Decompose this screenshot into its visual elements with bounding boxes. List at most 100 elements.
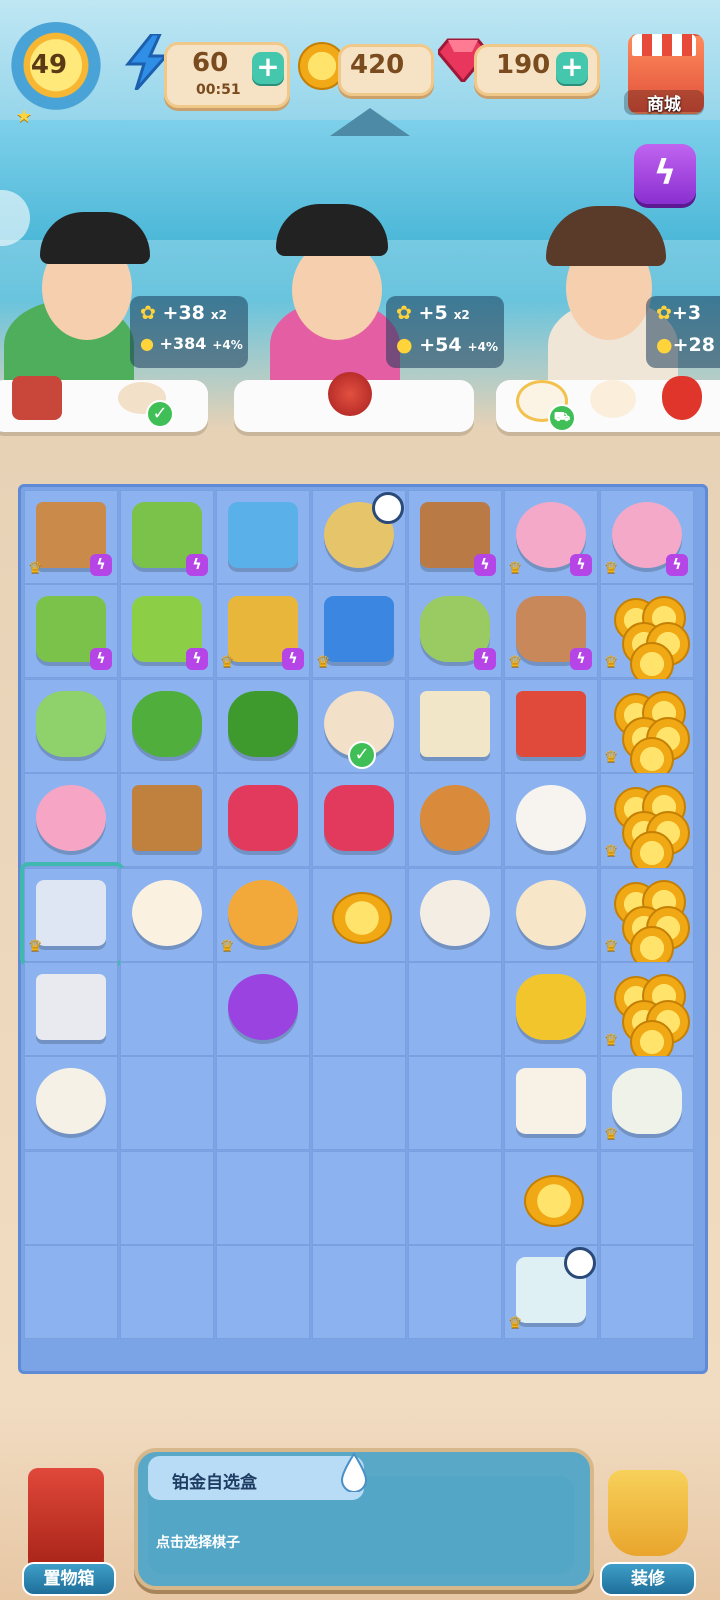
decorate-button[interactable]: 装修 bbox=[600, 1562, 696, 1596]
board-cell[interactable] bbox=[408, 1245, 502, 1340]
crown-icon: ♛ bbox=[604, 652, 619, 672]
wooden-crate-icon[interactable] bbox=[132, 785, 202, 852]
board-cell[interactable] bbox=[408, 962, 502, 1056]
board-cell[interactable] bbox=[600, 1245, 694, 1340]
reward-exp-multiplier: x2 bbox=[210, 308, 228, 322]
bento-box-icon[interactable] bbox=[420, 879, 490, 946]
energy-tag-icon: ϟ bbox=[90, 648, 112, 671]
board-cell[interactable] bbox=[216, 1056, 310, 1151]
crown-icon: ♛ bbox=[604, 558, 619, 577]
decorate-brush-icon[interactable] bbox=[608, 1470, 688, 1556]
broccoli-icon[interactable] bbox=[132, 690, 202, 757]
energy-tag-icon: ϟ bbox=[666, 554, 688, 576]
timer-icon bbox=[372, 492, 404, 524]
energy-orb-icon[interactable] bbox=[228, 974, 298, 1040]
coin-stack-icon[interactable] bbox=[608, 687, 690, 781]
selected-item-title: 铂金自选盒 bbox=[172, 1473, 257, 1493]
reward-exp-multiplier: x2 bbox=[453, 308, 470, 322]
reward-coins: +28 bbox=[672, 334, 715, 356]
coin-icon: ● bbox=[656, 334, 673, 356]
crown-icon: ♛ bbox=[220, 652, 235, 672]
lunch-tray-icon[interactable] bbox=[36, 974, 106, 1040]
tea-set-icon[interactable] bbox=[612, 1068, 682, 1135]
board-cell[interactable] bbox=[312, 1056, 406, 1151]
board-cell[interactable] bbox=[120, 1245, 214, 1340]
crown-icon: ♛ bbox=[220, 935, 235, 955]
crown-icon: ♛ bbox=[604, 841, 619, 861]
crown-icon: ♛ bbox=[28, 558, 43, 577]
mini-fridge-icon[interactable] bbox=[228, 502, 298, 568]
coin-icon: ● bbox=[140, 334, 154, 353]
strawberry-icon bbox=[662, 376, 702, 420]
timer-icon bbox=[564, 1247, 596, 1280]
board-cell[interactable] bbox=[24, 1150, 118, 1245]
paper-scissors-icon[interactable] bbox=[420, 690, 490, 757]
add-gems-button[interactable]: + bbox=[556, 52, 588, 84]
customer-reward: ✿+3 ●+28 bbox=[646, 296, 720, 368]
crown-icon: ♛ bbox=[316, 652, 331, 672]
takeout-box-icon[interactable] bbox=[516, 1068, 586, 1135]
energy-tag-icon: ϟ bbox=[474, 648, 496, 671]
energy-tag-icon: ϟ bbox=[186, 648, 208, 671]
coin-stack-icon[interactable] bbox=[608, 592, 690, 687]
board-cell[interactable] bbox=[408, 1150, 502, 1245]
energy-timer: 00:51 bbox=[196, 82, 241, 98]
star-icon: ★ bbox=[16, 106, 33, 127]
storage-box-button[interactable]: 置物箱 bbox=[22, 1562, 116, 1596]
shop-awning bbox=[632, 34, 696, 56]
watermelon-icon[interactable] bbox=[516, 690, 586, 757]
gold-coin-icon[interactable] bbox=[524, 1174, 584, 1227]
board-cell[interactable] bbox=[24, 1245, 118, 1340]
coin-stack-icon[interactable] bbox=[608, 781, 690, 876]
board-cell[interactable] bbox=[600, 1150, 694, 1245]
board-cell[interactable] bbox=[120, 962, 214, 1056]
lemon-tea-icon[interactable] bbox=[516, 785, 586, 852]
selected-item-description: 点击选择棋子 bbox=[156, 1535, 240, 1551]
sesame-bun-icon[interactable] bbox=[516, 879, 586, 946]
cucumber-icon[interactable] bbox=[228, 690, 298, 757]
customer-reward: ✿ +5 x2 ● +54 +4% bbox=[386, 296, 504, 368]
crown-icon: ♛ bbox=[508, 652, 523, 672]
coin-stack-icon[interactable] bbox=[608, 876, 690, 970]
board-cell[interactable] bbox=[120, 1056, 214, 1151]
basket-item-icon bbox=[12, 376, 62, 420]
customer-reward: ✿ +38 x2 ● +384 +4% bbox=[130, 296, 248, 368]
board-cell[interactable] bbox=[408, 1056, 502, 1151]
steamed-bun-icon[interactable] bbox=[132, 879, 202, 946]
add-energy-button[interactable]: + bbox=[252, 52, 284, 84]
exp-icon: ✿ bbox=[656, 302, 672, 324]
selection-frame bbox=[20, 861, 124, 966]
boost-button[interactable]: ϟ bbox=[634, 144, 696, 204]
shop-label[interactable]: 商城 bbox=[624, 90, 704, 115]
board-cell[interactable] bbox=[120, 1150, 214, 1245]
energy-tag-icon: ϟ bbox=[186, 554, 208, 576]
crown-icon: ♛ bbox=[604, 1030, 619, 1049]
noodle-bowl-icon[interactable] bbox=[36, 785, 106, 852]
treasure-chest-icon[interactable] bbox=[324, 596, 394, 663]
board-cell[interactable] bbox=[312, 962, 406, 1056]
reward-exp: +5 bbox=[418, 302, 448, 324]
water-drop-icon[interactable] bbox=[340, 1452, 368, 1492]
bun-icon bbox=[590, 380, 636, 418]
crown-icon: ♛ bbox=[604, 746, 619, 766]
rubies-icon[interactable] bbox=[324, 785, 394, 852]
energy-bubble-icon[interactable] bbox=[228, 879, 298, 946]
board-cell[interactable] bbox=[312, 1150, 406, 1245]
pomegranate-icon bbox=[328, 372, 372, 416]
board-cell[interactable] bbox=[216, 1150, 310, 1245]
coin-stack-icon[interactable] bbox=[608, 970, 690, 1064]
corn-icon[interactable] bbox=[516, 974, 586, 1040]
reward-coins: +384 bbox=[159, 334, 207, 353]
corn-soup-icon[interactable] bbox=[36, 1068, 106, 1135]
bok-choy-icon[interactable] bbox=[36, 690, 106, 757]
energy-value: 60 bbox=[192, 48, 229, 78]
level-number: 49 bbox=[30, 50, 68, 80]
reward-exp: +38 bbox=[162, 302, 205, 324]
board-cell[interactable] bbox=[312, 1245, 406, 1340]
storage-box-icon[interactable] bbox=[28, 1468, 104, 1568]
ruby-icon[interactable] bbox=[228, 785, 298, 852]
gold-coin-icon[interactable] bbox=[332, 891, 392, 944]
fried-fish-icon[interactable] bbox=[420, 785, 490, 852]
crown-icon: ♛ bbox=[508, 1313, 523, 1333]
board-cell[interactable] bbox=[216, 1245, 310, 1340]
